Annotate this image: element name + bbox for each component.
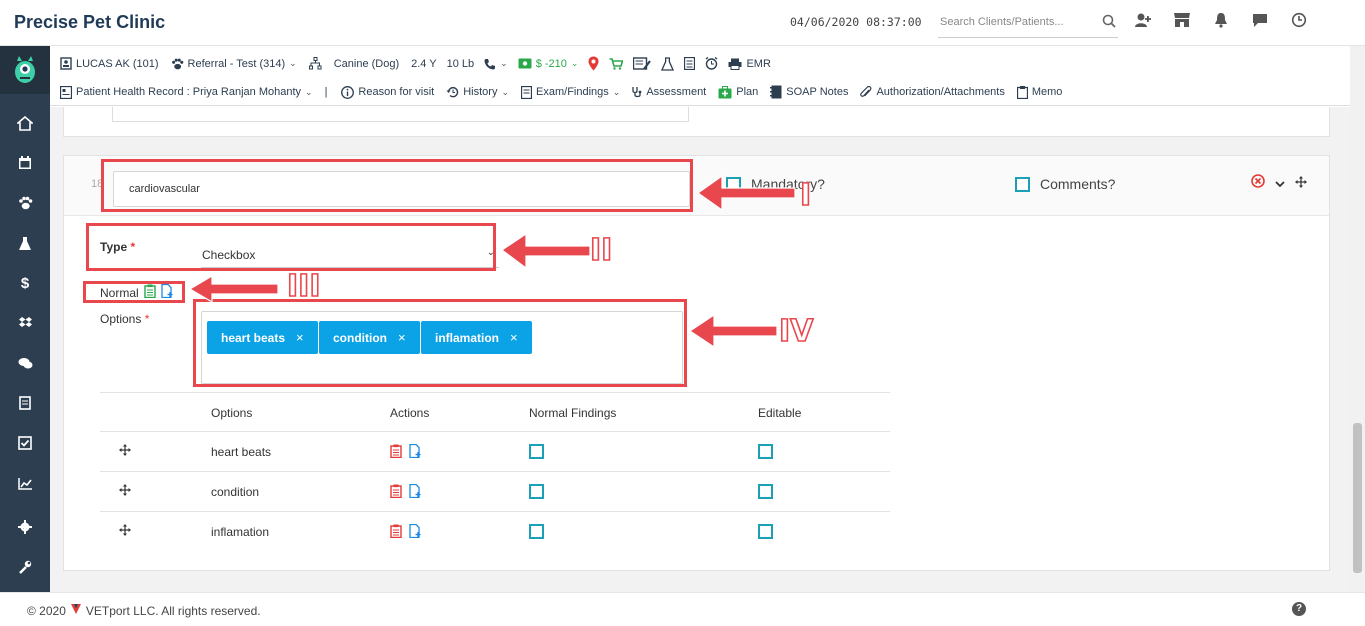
arrow-2 <box>500 232 591 270</box>
help-icon[interactable]: ? <box>1292 602 1306 616</box>
vetport-logo-icon <box>70 603 82 618</box>
copyright: © 2020 VETport LLC. All rights reserved. <box>27 603 261 618</box>
annotation-label-2: II <box>589 232 613 269</box>
arrow-1 <box>696 174 796 212</box>
copyright-year: © 2020 <box>27 603 66 618</box>
footer: © 2020 VETport LLC. All rights reserved.… <box>0 592 1365 626</box>
annotation-label-3: III <box>286 268 321 305</box>
arrow-3 <box>188 274 279 304</box>
annotation-label-4: IV <box>778 313 814 350</box>
arrow-4 <box>688 313 778 349</box>
scrollbar-thumb[interactable] <box>1353 423 1362 573</box>
scrollbar[interactable] <box>1350 46 1365 592</box>
annotation-label-1: I <box>799 177 812 214</box>
company-text: VETport LLC. All rights reserved. <box>85 603 261 618</box>
annotation-arrows <box>188 174 796 349</box>
